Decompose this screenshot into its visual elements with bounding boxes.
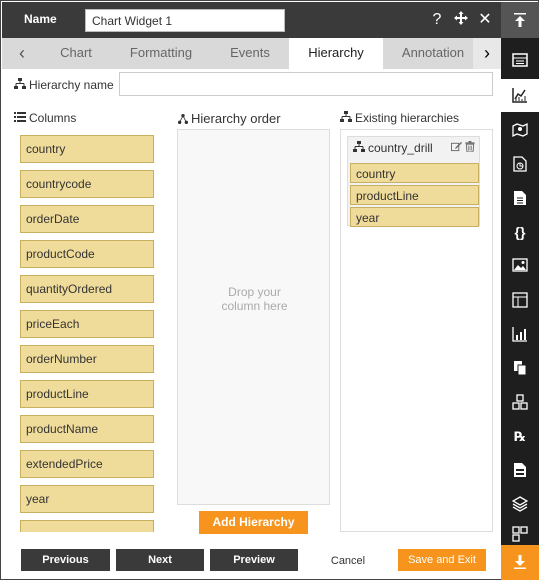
scroll-top-icon[interactable] bbox=[501, 2, 539, 38]
edit-icon[interactable] bbox=[451, 141, 462, 155]
column-item[interactable]: extendedPrice bbox=[20, 450, 154, 478]
tab-events[interactable]: Events bbox=[217, 38, 283, 69]
cancel-button[interactable]: Cancel bbox=[304, 549, 392, 571]
tab-hierarchy[interactable]: Hierarchy bbox=[289, 38, 383, 69]
code-icon[interactable]: {} bbox=[501, 216, 539, 249]
formula-icon[interactable]: ℞ bbox=[501, 420, 539, 453]
column-item[interactable]: productCode bbox=[20, 240, 154, 268]
hierarchy-name: country_drill bbox=[368, 141, 433, 155]
map-icon[interactable] bbox=[501, 114, 539, 147]
tab-chart[interactable]: Chart bbox=[47, 38, 105, 69]
datasource-icon[interactable] bbox=[501, 44, 539, 77]
tab-formatting[interactable]: Formatting bbox=[120, 38, 202, 69]
existing-hierarchies-text: Existing hierarchies bbox=[355, 111, 460, 125]
drop-text-line2: column here bbox=[221, 299, 288, 313]
delete-icon[interactable] bbox=[465, 141, 475, 155]
hierarchy-order-icon bbox=[178, 114, 188, 124]
copy-icon[interactable] bbox=[501, 352, 539, 385]
move-icon[interactable] bbox=[453, 10, 469, 32]
hierarchy-icon bbox=[340, 111, 352, 122]
column-item[interactable]: year bbox=[20, 485, 154, 513]
hierarchy-drop-zone[interactable]: Drop your column here bbox=[177, 129, 330, 505]
columns-list[interactable]: country countrycode orderDate productCod… bbox=[14, 129, 167, 532]
widget-name-input[interactable]: Chart Widget 1 bbox=[85, 9, 285, 32]
table-icon[interactable] bbox=[501, 284, 539, 317]
hierarchy-level[interactable]: productLine bbox=[350, 185, 479, 205]
hierarchy-name-text: Hierarchy name bbox=[29, 78, 114, 92]
add-hierarchy-button[interactable]: Add Hierarchy bbox=[199, 511, 308, 534]
hierarchy-order-title: Hierarchy order bbox=[178, 111, 281, 126]
hierarchy-icon bbox=[14, 78, 26, 89]
document-icon[interactable] bbox=[501, 182, 539, 215]
scroll-bottom-icon[interactable] bbox=[501, 545, 539, 580]
grid-icon[interactable] bbox=[501, 518, 539, 544]
tab-bar: ‹ Chart Formatting Events Hierarchy Anno… bbox=[2, 38, 501, 69]
column-item[interactable]: countrycode bbox=[20, 170, 154, 198]
preview-button[interactable]: Preview bbox=[210, 549, 298, 571]
hierarchy-name-input[interactable] bbox=[119, 72, 493, 96]
drop-placeholder: Drop your column here bbox=[178, 285, 331, 313]
hierarchy-level[interactable]: year bbox=[350, 207, 479, 227]
cluster-icon[interactable] bbox=[501, 386, 539, 419]
list-icon bbox=[14, 112, 26, 122]
hierarchy-order-text: Hierarchy order bbox=[191, 111, 281, 126]
tab-annotation[interactable]: Annotation bbox=[393, 38, 473, 69]
columns-title: Columns bbox=[14, 111, 76, 125]
kpi-chart-icon[interactable] bbox=[501, 318, 539, 351]
column-item[interactable]: orderDate bbox=[20, 205, 154, 233]
hierarchy-card-header: country_drill bbox=[353, 141, 433, 155]
hierarchy-name-label: Hierarchy name bbox=[14, 78, 114, 92]
columns-title-text: Columns bbox=[29, 111, 77, 125]
tab-scroll-left-icon[interactable]: ‹ bbox=[8, 38, 36, 69]
save-and-exit-button[interactable]: Save and Exit bbox=[398, 549, 486, 571]
chart-widget-dialog: Name Chart Widget 1 ? ✕ ‹ Chart Formatti… bbox=[0, 0, 539, 580]
previous-button[interactable]: Previous bbox=[21, 549, 110, 571]
form-icon[interactable] bbox=[501, 454, 539, 487]
column-item[interactable]: orderNumber bbox=[20, 345, 154, 373]
help-icon[interactable]: ? bbox=[429, 10, 445, 32]
close-icon[interactable]: ✕ bbox=[477, 10, 493, 32]
hierarchy-card: country_drill country productLine year bbox=[347, 136, 480, 227]
tab-scroll-right-icon[interactable]: › bbox=[473, 38, 501, 69]
dialog-header: Name Chart Widget 1 ? ✕ bbox=[2, 2, 501, 38]
report-icon[interactable] bbox=[501, 148, 539, 181]
drop-text-line1: Drop your bbox=[228, 285, 281, 299]
column-item[interactable]: productLine bbox=[20, 380, 154, 408]
column-item[interactable]: priceEach bbox=[20, 310, 154, 338]
next-button[interactable]: Next bbox=[116, 549, 204, 571]
hierarchy-icon bbox=[353, 141, 365, 152]
chart-icon[interactable] bbox=[501, 79, 539, 112]
existing-hierarchies-title: Existing hierarchies bbox=[340, 111, 459, 125]
layers-icon[interactable] bbox=[501, 488, 539, 521]
existing-hierarchies-panel: country_drill country productLine year bbox=[340, 129, 493, 532]
right-sidebar: {} ℞ bbox=[501, 2, 539, 580]
hierarchy-level[interactable]: country bbox=[350, 163, 479, 183]
column-item-partial[interactable] bbox=[20, 520, 154, 532]
name-label: Name bbox=[24, 12, 57, 26]
column-item[interactable]: productName bbox=[20, 415, 154, 443]
image-icon[interactable] bbox=[501, 250, 539, 283]
column-item[interactable]: quantityOrdered bbox=[20, 275, 154, 303]
column-item[interactable]: country bbox=[20, 135, 154, 163]
